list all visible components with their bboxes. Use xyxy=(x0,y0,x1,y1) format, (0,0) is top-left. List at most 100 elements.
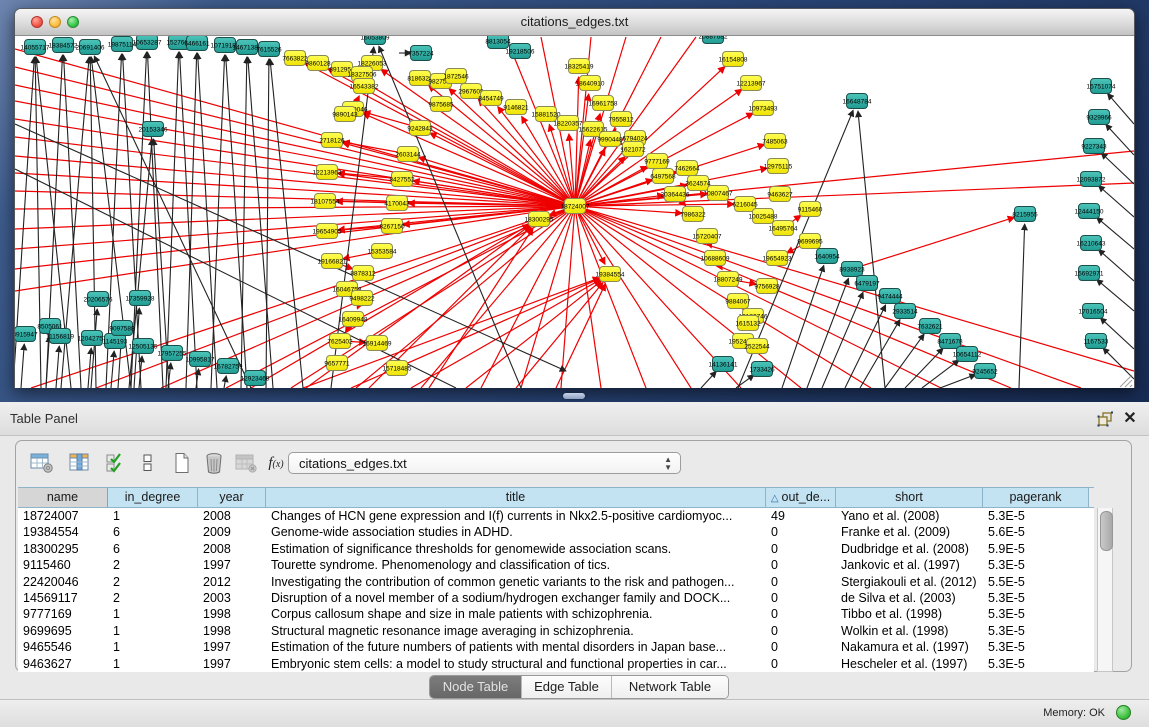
show-columns-icon[interactable] xyxy=(66,449,94,477)
graph-node[interactable]: 9875685 xyxy=(428,97,454,112)
graph-node[interactable]: 12923468 xyxy=(241,371,270,386)
graph-node[interactable]: 6466161 xyxy=(184,36,210,51)
graph-node[interactable]: 14136141 xyxy=(709,357,738,372)
graph-node[interactable]: 20364436 xyxy=(661,187,690,202)
graph-node[interactable]: 7986322 xyxy=(680,207,706,222)
graph-node[interactable]: 15720407 xyxy=(693,229,722,244)
graph-node[interactable]: 8454749 xyxy=(478,91,504,106)
table-row[interactable]: 911546021997Tourette syndrome. Phenomeno… xyxy=(18,557,1094,573)
graph-node[interactable]: 10807467 xyxy=(704,186,733,201)
graph-node[interactable]: 14055717 xyxy=(21,40,50,55)
table-row[interactable]: 1456911722003Disruption of a novel membe… xyxy=(18,590,1094,606)
graph-node[interactable]: 8813054 xyxy=(485,36,511,49)
network-graph[interactable]: 1405571718384572206914061987511410653287… xyxy=(15,36,1134,388)
graph-node[interactable]: 2522544 xyxy=(744,339,770,354)
graph-node[interactable]: 12975115 xyxy=(764,159,793,174)
tab-node-table[interactable]: Node Table xyxy=(430,676,522,698)
select-all-rows-icon[interactable] xyxy=(102,449,130,477)
network-canvas[interactable]: 1405571718384572206914061987511410653287… xyxy=(15,36,1134,388)
graph-node[interactable]: 1615132 xyxy=(735,316,761,331)
close-window-button[interactable] xyxy=(31,16,43,28)
graph-node[interactable]: 1167533 xyxy=(1084,334,1109,349)
graph-node[interactable]: 2933514 xyxy=(892,304,918,319)
column-header-name[interactable]: name xyxy=(18,488,108,507)
graph-node[interactable]: 17016504 xyxy=(1079,304,1108,319)
graph-node[interactable]: 16409948 xyxy=(339,312,368,327)
graph-node[interactable]: 20206576 xyxy=(84,292,113,307)
float-panel-icon[interactable] xyxy=(1097,411,1114,428)
graph-node[interactable]: 9990448 xyxy=(597,132,623,147)
graph-node[interactable]: 9498222 xyxy=(349,291,375,306)
graph-node[interactable]: 18300295 xyxy=(525,212,554,227)
graph-node[interactable]: 16782759 xyxy=(214,359,243,374)
graph-node[interactable]: 9756928 xyxy=(754,279,780,294)
tab-edge-table[interactable]: Edge Table xyxy=(522,676,612,698)
graph-node[interactable]: 7625402 xyxy=(327,334,353,349)
graph-node[interactable]: 18384572 xyxy=(49,38,78,53)
graph-node[interactable]: 9227343 xyxy=(1081,139,1107,154)
graph-node[interactable]: 7615526 xyxy=(256,42,282,57)
graph-node[interactable]: 1621072 xyxy=(620,142,646,157)
graph-node[interactable]: 9329966 xyxy=(1086,110,1112,125)
column-header-out_de[interactable]: △out_de... xyxy=(766,488,836,507)
graph-node[interactable]: 9777169 xyxy=(644,154,670,169)
graph-node[interactable]: 19654905 xyxy=(313,224,342,239)
graph-node[interactable]: 2603144 xyxy=(395,147,421,162)
graph-node[interactable]: 9115460 xyxy=(798,202,823,217)
graph-node[interactable]: 12213967 xyxy=(737,76,766,91)
graph-node[interactable]: 19218506 xyxy=(506,44,535,59)
graph-node[interactable]: 19384554 xyxy=(596,267,625,282)
panel-splitter-handle[interactable] xyxy=(563,393,585,399)
graph-node[interactable]: 9890143 xyxy=(332,107,358,122)
graph-node[interactable]: 9097588 xyxy=(109,321,135,336)
delete-icon[interactable] xyxy=(200,449,228,477)
graph-node[interactable]: 11156819 xyxy=(46,329,74,344)
graph-node[interactable]: 4170043 xyxy=(384,196,410,211)
graph-node[interactable]: 1733426 xyxy=(749,362,775,377)
graph-node[interactable]: 6497568 xyxy=(650,169,676,184)
graph-node[interactable]: 18807249 xyxy=(714,272,743,287)
graph-node[interactable]: 16543382 xyxy=(350,79,379,94)
graph-node[interactable]: 7663822 xyxy=(282,51,308,66)
graph-node[interactable]: 15881520 xyxy=(532,107,561,122)
graph-node[interactable]: 12505135 xyxy=(129,339,158,354)
graph-node[interactable]: 9699695 xyxy=(797,234,823,249)
column-header-pagerank[interactable]: pagerank xyxy=(983,488,1089,507)
column-header-title[interactable]: title xyxy=(266,488,766,507)
graph-node[interactable]: 19654923 xyxy=(763,251,792,266)
graph-node[interactable]: 10995817 xyxy=(186,352,215,367)
graph-node[interactable]: 1640954 xyxy=(814,249,840,264)
tab-network-table[interactable]: Network Table xyxy=(612,676,728,698)
table-row[interactable]: 2242004622012Investigating the contribut… xyxy=(18,574,1094,590)
column-header-in_degree[interactable]: in_degree xyxy=(108,488,198,507)
graph-node[interactable]: 10653287 xyxy=(133,36,162,50)
graph-node[interactable]: 16053809 xyxy=(361,36,390,45)
column-header-short[interactable]: short xyxy=(836,488,983,507)
graph-node[interactable]: 16495764 xyxy=(769,221,798,236)
graph-node[interactable]: 2718126 xyxy=(319,133,345,148)
graph-node[interactable]: 7632621 xyxy=(917,319,943,334)
graph-node[interactable]: 20887682 xyxy=(699,36,728,44)
graph-node[interactable]: 10654112 xyxy=(953,347,982,362)
function-builder-icon[interactable]: f(x) xyxy=(262,449,290,477)
graph-node[interactable]: 18640910 xyxy=(576,76,605,91)
graph-node[interactable]: 12444150 xyxy=(1075,204,1104,219)
clear-row-selection-icon[interactable] xyxy=(134,449,162,477)
network-window-titlebar[interactable]: citations_edges.txt xyxy=(15,9,1134,36)
graph-node[interactable]: 8878312 xyxy=(350,266,376,281)
graph-node[interactable]: 8267150 xyxy=(379,219,405,234)
graph-node[interactable]: 19166821 xyxy=(318,254,347,269)
graph-node[interactable]: 10973493 xyxy=(749,101,778,116)
graph-node[interactable]: 12213963 xyxy=(313,165,342,180)
graph-node[interactable]: 9474444 xyxy=(877,289,903,304)
graph-node[interactable]: 18325419 xyxy=(565,59,594,74)
graph-node[interactable]: 9242843 xyxy=(407,121,433,136)
table-row[interactable]: 946362711997Embryonic stem cells: a mode… xyxy=(18,656,1094,672)
column-header-year[interactable]: year xyxy=(198,488,266,507)
table-options-icon[interactable] xyxy=(28,449,56,477)
graph-node[interactable]: 9245652 xyxy=(972,364,998,379)
maximize-window-button[interactable] xyxy=(67,16,79,28)
scrollbar-thumb[interactable] xyxy=(1100,511,1113,551)
graph-node[interactable]: 20153346 xyxy=(139,122,168,137)
table-row[interactable]: 946554611997Estimation of the future num… xyxy=(18,639,1094,655)
